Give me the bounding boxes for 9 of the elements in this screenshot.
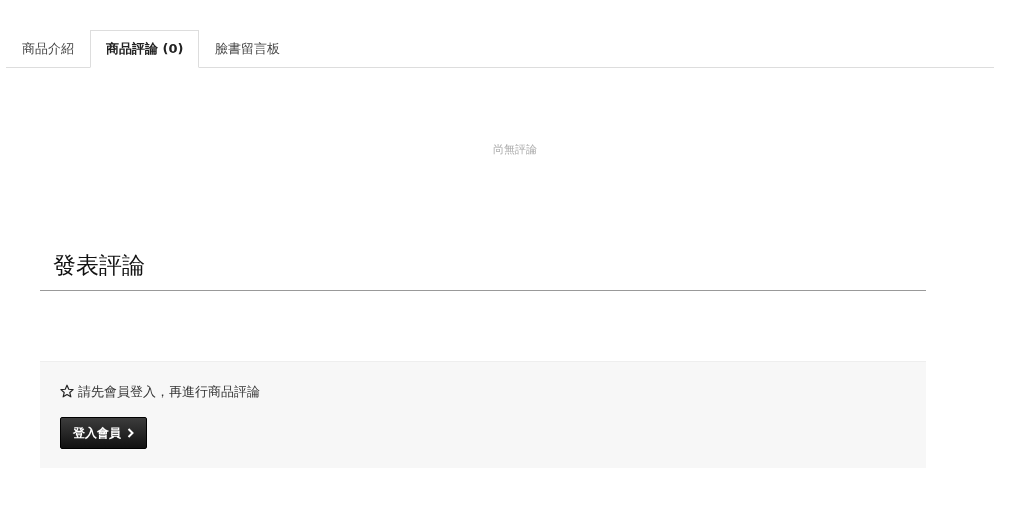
login-notice-text: 請先會員登入，再進行商品評論 [78, 382, 260, 401]
empty-reviews-text: 尚無評論 [491, 141, 538, 158]
tab[interactable]: 商品介紹 [6, 30, 90, 68]
tab[interactable]: 商品評論 (0) [90, 30, 200, 68]
tab[interactable]: 臉書留言板 [199, 30, 297, 68]
star-icon [60, 384, 74, 399]
section-heading: 發表評論 [40, 252, 926, 291]
login-button[interactable]: 登入會員 [60, 417, 147, 450]
chevron-right-icon [127, 428, 134, 439]
